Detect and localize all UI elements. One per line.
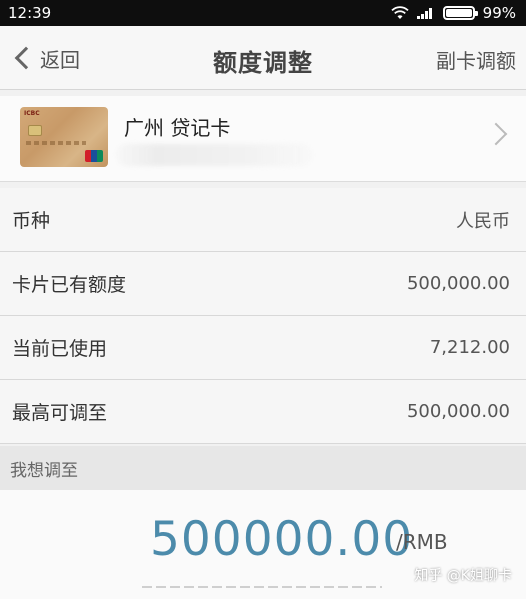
adjust-section-header: 我想调至	[0, 446, 526, 490]
info-row-current-limit: 卡片已有额度 500,000.00	[0, 252, 526, 316]
card-selector[interactable]: ICBC 广州 贷记卡	[0, 96, 526, 182]
info-label: 卡片已有额度	[12, 274, 127, 296]
battery-level: 99%	[482, 4, 516, 22]
credit-card-image: ICBC	[20, 107, 108, 167]
info-value: 7,212.00	[429, 337, 510, 358]
nav-bar: 返回 额度调整 副卡调额	[0, 26, 526, 90]
info-label: 当前已使用	[12, 338, 108, 360]
watermark: 知乎 @K姐聊卡	[414, 568, 512, 584]
status-bar: 12:39 99%	[0, 0, 526, 26]
amount-unit: /RMB	[396, 530, 448, 554]
supplementary-card-adjust-button[interactable]: 副卡调额	[436, 45, 516, 74]
info-row-used: 当前已使用 7,212.00	[0, 316, 526, 380]
info-value: 人民币	[456, 210, 510, 232]
card-name: 广州 贷记卡	[124, 116, 231, 140]
card-number-redacted	[116, 144, 312, 166]
status-icons: 99%	[391, 4, 516, 22]
unionpay-logo-icon	[85, 150, 103, 162]
signal-icon	[416, 7, 435, 19]
info-row-currency: 币种 人民币	[0, 188, 526, 252]
info-label: 最高可调至	[12, 402, 108, 424]
amount-input[interactable]: 500000.00	[150, 512, 413, 567]
amount-underline	[142, 586, 382, 588]
limit-info-list: 币种 人民币 卡片已有额度 500,000.00 当前已使用 7,212.00 …	[0, 188, 526, 444]
info-value: 500,000.00	[406, 273, 510, 294]
amount-area: 500000.00 /RMB 知乎 @K姐聊卡	[0, 490, 526, 599]
battery-icon	[442, 6, 478, 20]
status-time: 12:39	[8, 4, 52, 22]
chevron-right-icon	[484, 122, 508, 146]
info-label: 币种	[12, 210, 51, 232]
card-bank-mark: ICBC	[24, 110, 40, 117]
card-chip-icon	[28, 125, 42, 136]
info-value: 500,000.00	[406, 401, 510, 422]
info-row-max-adjustable: 最高可调至 500,000.00	[0, 380, 526, 444]
card-number-pattern	[26, 141, 86, 145]
wifi-icon	[391, 6, 409, 19]
